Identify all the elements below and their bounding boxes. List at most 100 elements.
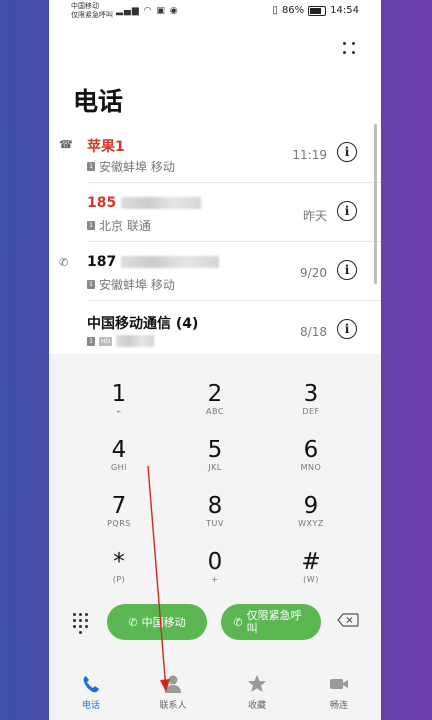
key-letters: TUV [206,519,224,528]
wechat-icon: ◉ [169,6,179,16]
key-digit: 4 [111,437,127,463]
missed-call-icon: ☎︎̸ [59,138,73,151]
tab-meetime[interactable]: 畅连 [309,673,369,711]
tab-contacts[interactable]: 联系人 [143,673,203,711]
key-digit: 7 [111,493,127,519]
signal-icons: ▂▄▆ ◠ ▣ ◉ [116,6,179,16]
vibrate-icon: ▯ [272,5,278,16]
status-right: ▯ 86% 14:54 [272,5,359,16]
bottom-tab-bar: 电话 联系人 收藏 畅连 [49,665,381,720]
key-digit: 0 [207,549,223,575]
key-letters: JKL [208,463,222,472]
location-text: 安徽蚌埠 移动 [99,160,175,174]
caller-location: 1 北京 联通 [87,217,151,234]
key-digit: 2 [207,381,223,407]
key-letters: PQRS [107,519,131,528]
video-call-icon [330,679,348,689]
key-0[interactable]: 0 + [167,549,263,601]
call-sim1-button[interactable]: ✆ 中国移动 [107,604,207,640]
key-9[interactable]: 9 WXYZ [263,493,359,545]
emergency-call-label: 仅限紧急呼叫 [246,609,302,635]
dialpad-toggle-icon[interactable] [71,612,91,634]
key-5[interactable]: 5 JKL [167,437,263,489]
star-icon [248,675,266,692]
phone-tab-icon [83,676,99,693]
caller-location: 1 HD [87,335,155,347]
backspace-icon[interactable] [337,613,359,627]
status-bar: 中国移动 仅限紧急呼叫 ▂▄▆ ◠ ▣ ◉ ▯ 86% 14:54 [49,0,381,24]
location-text: 安徽蚌埠 移动 [99,278,175,292]
key-letters: GHI [110,463,128,472]
tab-label: 联系人 [159,701,187,711]
key-digit: 6 [303,437,319,463]
key-1[interactable]: 1 ⌁ [71,381,167,433]
more-menu-icon[interactable] [341,40,357,56]
call-log-item[interactable]: 185 1 北京 联通 昨天 i [49,183,381,242]
tab-favorites[interactable]: 收藏 [227,673,287,711]
key-6[interactable]: 6 MNO [263,437,359,489]
phone-icon: ✆ [128,615,138,629]
redacted-location [116,335,155,347]
key-4[interactable]: 4 GHI [71,437,167,489]
call-log-item[interactable]: ☎︎̸ 苹果1 1 安徽蚌埠 移动 11:19 i [49,124,381,183]
key-digit: * [113,549,125,575]
key-digit: # [301,549,321,575]
phone-screen: 中国移动 仅限紧急呼叫 ▂▄▆ ◠ ▣ ◉ ▯ 86% 14:54 电话 ☎︎̸… [49,0,381,720]
key-letters: WXYZ [298,519,324,528]
key-hash[interactable]: # (W) [263,549,359,601]
redacted-number [121,197,202,209]
caller-location: 1 安徽蚌埠 移动 [87,158,175,175]
redacted-number [121,256,220,268]
key-digit: 5 [207,437,223,463]
caller-number-prefix: 185 [87,195,117,211]
call-sim1-label: 中国移动 [141,616,186,629]
key-digit: 8 [207,493,223,519]
sim1-icon: 1 [87,280,95,289]
contacts-icon [165,675,181,693]
carrier-info: 中国移动 仅限紧急呼叫 [71,2,113,20]
outgoing-call-icon: ✆ [59,256,69,269]
sim1-icon: 1 [87,162,95,171]
carrier-status: 仅限紧急呼叫 [71,11,113,19]
tab-label: 收藏 [247,701,266,711]
key-letters: (P) [112,575,126,584]
voicemail-icon: ⌁ [116,407,122,416]
call-log-item[interactable]: ✆ 187 1 安徽蚌埠 移动 9/20 i [49,242,381,301]
phone-icon: ✆ [233,615,243,629]
tab-label: 畅连 [329,701,348,711]
key-2[interactable]: 2 ABC [167,381,263,433]
info-icon[interactable]: i [337,201,357,221]
tab-phone[interactable]: 电话 [61,673,121,711]
caller-number-prefix: 187 [87,254,117,270]
key-7[interactable]: 7 PQRS [71,493,167,545]
key-digit: 9 [303,493,319,519]
battery-percent: 86% [281,5,305,16]
sim1-icon: 1 [87,336,95,346]
call-time: 11:19 [292,148,327,162]
key-letters: ABC [206,407,224,416]
key-digit: 1 [111,381,127,407]
page-title: 电话 [73,87,124,116]
key-letters: MNO [300,463,322,472]
signal-icon: ▂▄▆ [116,6,140,16]
emergency-call-button[interactable]: ✆ 仅限紧急呼叫 [221,604,321,640]
wifi-icon: ◠ [143,6,153,16]
sim1-icon: 1 [87,221,95,230]
key-letters: DEF [302,407,320,416]
call-time: 昨天 [302,209,327,223]
call-log-item[interactable]: 中国移动通信 (4) 1 HD 8/18 i [49,301,381,360]
caller-name: 中国移动通信 (4) [87,316,199,332]
caller-name: 苹果1 [87,139,125,155]
scrollbar[interactable] [374,124,377,284]
info-icon[interactable]: i [337,319,357,339]
caller-name: 187 [87,254,220,270]
dial-actions: ✆ 中国移动 ✆ 仅限紧急呼叫 [49,604,381,644]
hd-icon: HD [99,336,113,346]
info-icon[interactable]: i [337,142,357,162]
clock: 14:54 [330,5,359,16]
notification-icon: ▣ [156,6,166,16]
key-8[interactable]: 8 TUV [167,493,263,545]
key-3[interactable]: 3 DEF [263,381,359,433]
info-icon[interactable]: i [337,260,357,280]
key-star[interactable]: * (P) [71,549,167,601]
